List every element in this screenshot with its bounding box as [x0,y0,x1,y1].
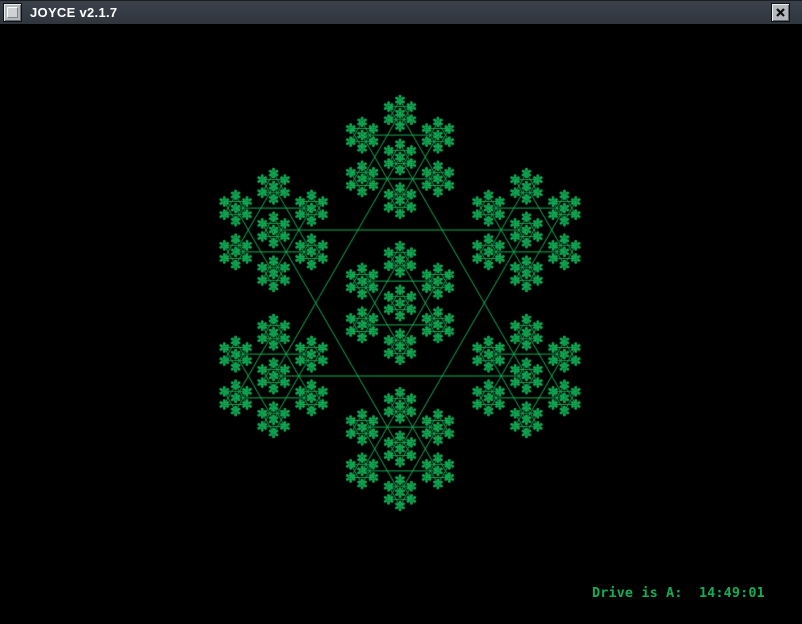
fractal-drawing-canvas[interactable] [0,0,802,624]
title-bar[interactable]: JOYCE v2.1.7 [0,0,802,24]
system-menu-icon[interactable] [3,3,22,22]
window-title: JOYCE v2.1.7 [30,5,117,20]
system-menu-icon-inner [7,7,18,18]
emulator-screen[interactable]: Drive is A: 14:49:01 [0,24,802,624]
drive-clock-status: Drive is A: 14:49:01 [592,585,765,601]
joyce-emulator-window: JOYCE v2.1.7 Drive is A: 14:49:01 [0,0,802,624]
close-button[interactable] [771,3,790,22]
close-x-icon [775,7,786,18]
